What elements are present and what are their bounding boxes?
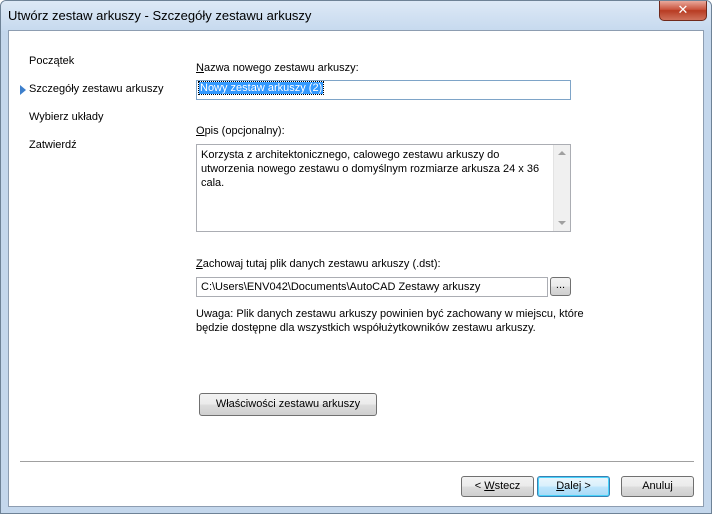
wizard-steps-nav: Początek Szczegóły zestawu arkuszy Wybie… <box>9 31 194 451</box>
nav-step-start: Początek <box>29 55 75 67</box>
scroll-up-arrow-icon[interactable] <box>558 151 566 155</box>
dialog-window: Utwórz zestaw arkuszy - Szczegóły zestaw… <box>0 0 712 514</box>
scroll-down-arrow-icon[interactable] <box>558 221 566 225</box>
back-button[interactable]: < Wstecz <box>461 476 534 497</box>
sheet-set-properties-button[interactable]: Właściwości zestawu arkuszy <box>199 393 377 416</box>
browse-button[interactable]: ... <box>550 277 571 296</box>
description-text: Korzysta z architektonicznego, calowego … <box>201 149 540 189</box>
footer-separator <box>20 461 694 463</box>
dialog-client-area: Początek Szczegóły zestawu arkuszy Wybie… <box>8 30 704 507</box>
description-label: Opis (opcjonalny): <box>196 125 285 137</box>
save-path-input[interactable]: C:\Users\ENV042\Documents\AutoCAD Zestaw… <box>196 277 548 297</box>
description-scrollbar[interactable] <box>553 145 570 231</box>
selected-name-text: Nowy zestaw arkuszy (2) <box>197 81 325 95</box>
close-icon: ✕ <box>677 2 689 17</box>
save-path-label: Zachowaj tutaj plik danych zestawu arkus… <box>196 258 441 270</box>
close-button[interactable]: ✕ <box>659 1 707 21</box>
title-bar[interactable]: Utwórz zestaw arkuszy - Szczegóły zestaw… <box>1 1 711 31</box>
nav-step-layouts: Wybierz układy <box>29 111 104 123</box>
nav-step-confirm: Zatwierdź <box>29 139 77 151</box>
note-text: Uwaga: Plik danych zestawu arkuszy powin… <box>196 308 584 334</box>
description-textarea[interactable]: Korzysta z architektonicznego, calowego … <box>196 144 571 232</box>
window-title: Utwórz zestaw arkuszy - Szczegóły zestaw… <box>8 8 312 23</box>
current-step-arrow-icon <box>20 85 26 95</box>
cancel-button[interactable]: Anuluj <box>621 476 694 497</box>
name-label: Nazwa nowego zestawu arkuszy: <box>196 62 359 74</box>
sheet-set-name-input[interactable]: Nowy zestaw arkuszy (2) <box>196 80 571 100</box>
next-button[interactable]: Dalej > <box>537 476 610 497</box>
nav-step-details: Szczegóły zestawu arkuszy <box>29 83 164 95</box>
